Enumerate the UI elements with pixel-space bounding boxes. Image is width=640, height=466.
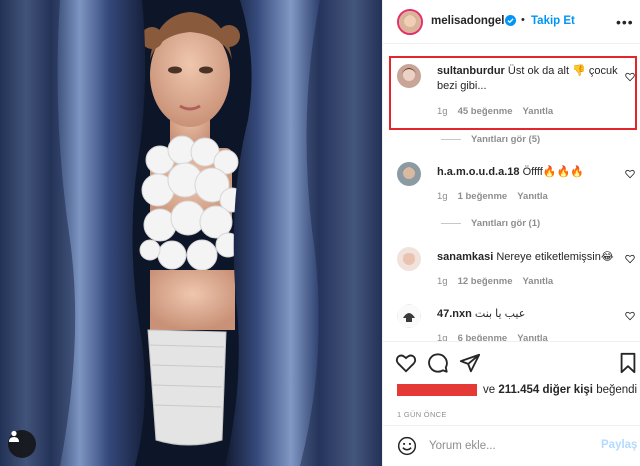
view-replies-button[interactable]: Yanıtları gör (1) [441, 218, 540, 229]
more-options-button[interactable]: ••• [616, 14, 634, 30]
like-comment-heart-icon[interactable] [625, 254, 635, 264]
reply-button[interactable]: Yanıtla [517, 191, 548, 202]
post-image [0, 0, 382, 466]
add-comment-bar: Paylaş [383, 425, 640, 466]
comment-username[interactable]: 47.nxn [437, 308, 472, 320]
reply-button[interactable]: Yanıtla [517, 333, 548, 341]
comment-time: 1g [437, 333, 448, 341]
highlight-box [389, 56, 637, 130]
post-comment-button[interactable]: Paylaş [601, 439, 637, 451]
comment-avatar[interactable] [397, 304, 421, 328]
comment-avatar[interactable] [397, 162, 421, 186]
verified-badge-icon [505, 15, 516, 26]
bookmark-icon[interactable] [617, 352, 639, 374]
replies-divider [441, 139, 461, 140]
comment-likes[interactable]: 12 beğenme [458, 276, 513, 287]
comment-username[interactable]: sanamkasi [437, 251, 493, 263]
view-replies-label: Yanıtları gör (1) [471, 218, 541, 229]
user-tag-button[interactable] [8, 430, 36, 458]
post-header: melisadongel • Takip Et ••• [383, 0, 640, 44]
likes-count[interactable]: 211.454 diğer kişi [498, 384, 593, 396]
author-avatar[interactable] [397, 9, 423, 35]
comment-avatar[interactable] [397, 247, 421, 271]
comment-text: عيب يا بنت [474, 308, 526, 320]
follow-button[interactable]: Takip Et [531, 15, 575, 27]
likes-summary[interactable]: ve 211.454 diğer kişi beğendi [397, 384, 637, 396]
comment-input[interactable] [429, 438, 589, 454]
view-replies-label: Yanıtları gör (5) [471, 134, 541, 145]
share-send-icon[interactable] [459, 352, 481, 374]
comment-username[interactable]: h.a.m.o.u.d.a.18 [437, 166, 520, 178]
like-comment-heart-icon[interactable] [625, 169, 635, 179]
post-timestamp[interactable]: 1 GÜN ÖNCE [397, 410, 447, 419]
comment-time: 1g [437, 276, 448, 287]
comment-text: Nereye etiketlemişsin😂 [496, 251, 614, 263]
reply-button[interactable]: Yanıtla [523, 276, 554, 287]
comment-bubble-icon[interactable] [427, 352, 449, 374]
author-username[interactable]: melisadongel [431, 15, 505, 27]
like-heart-icon[interactable] [395, 352, 417, 374]
post-photo[interactable] [0, 0, 382, 466]
comment-likes[interactable]: 1 beğenme [458, 191, 508, 202]
likes-suffix: beğendi [596, 384, 638, 396]
view-replies-button[interactable]: Yanıtları gör (5) [441, 134, 540, 145]
redacted-username [397, 384, 477, 396]
comment-time: 1g [437, 191, 448, 202]
like-comment-heart-icon[interactable] [625, 311, 635, 321]
post-actions-bar [383, 341, 640, 381]
separator-dot: • [521, 14, 525, 26]
likes-prefix: ve [483, 384, 496, 396]
comment-text: Öffff🔥🔥🔥 [522, 166, 584, 178]
emoji-smiley-icon[interactable] [397, 436, 417, 456]
replies-divider [441, 223, 461, 224]
comment-likes[interactable]: 6 beğenme [458, 333, 508, 341]
person-icon [9, 430, 19, 442]
comment-item: 47.nxn عيب يا بنت 1g 6 beğenme Yanıtla [383, 298, 640, 341]
